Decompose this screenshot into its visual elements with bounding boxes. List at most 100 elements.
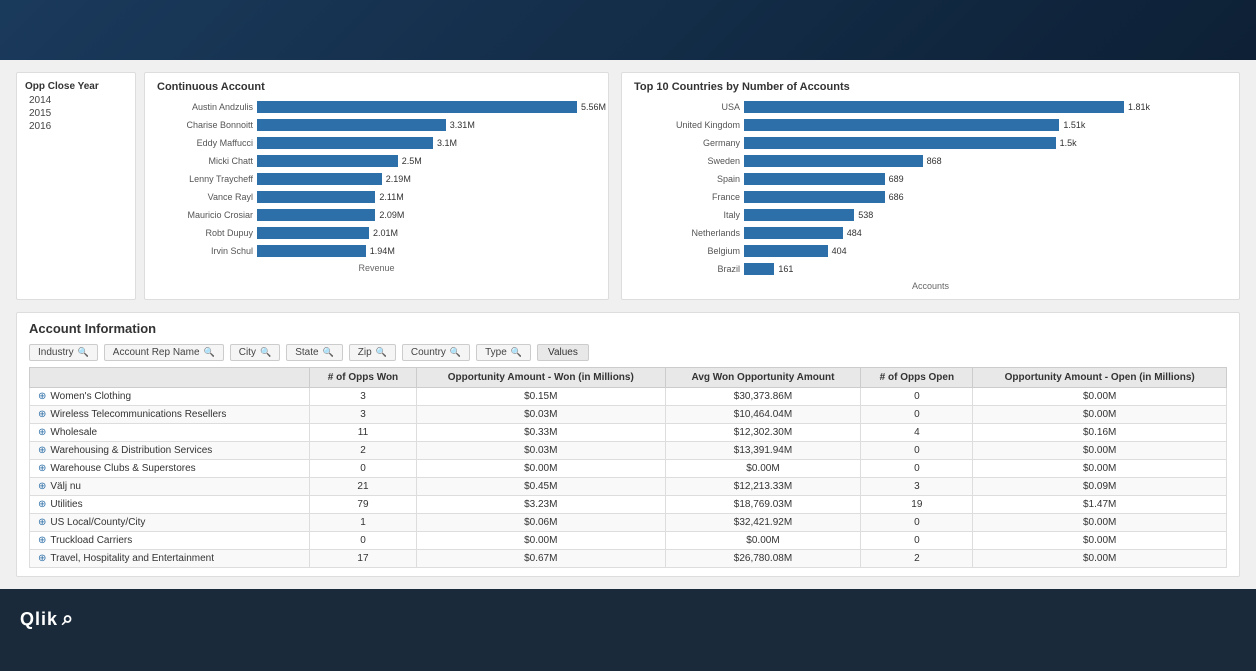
year-item[interactable]: 2016 [25, 120, 127, 133]
table-cell-oppsOpen: 0 [861, 442, 973, 460]
table-cell-avgWon: $10,464.04M [665, 406, 861, 424]
table-cell-amountOpen: $0.00M [973, 532, 1227, 550]
row-icon: ⊕ [38, 427, 46, 438]
table-cell-amountOpen: $0.00M [973, 406, 1227, 424]
table-row: ⊕Warehouse Clubs & Superstores0$0.00M$0.… [30, 460, 1227, 478]
filter-chips: Industry 🔍 Account Rep Name 🔍 City 🔍 State … [29, 344, 531, 361]
table-cell-amountWon: $0.00M [416, 460, 665, 478]
filter-chip-type[interactable]: Type 🔍 [476, 344, 531, 361]
filter-chip-industry[interactable]: Industry 🔍 [29, 344, 98, 361]
table-cell-oppsWon: 79 [310, 496, 417, 514]
bar-container: 5.56M [257, 101, 596, 113]
country-bar-row: Germany1.5k [634, 135, 1227, 151]
filter-chip-city[interactable]: City 🔍 [230, 344, 280, 361]
table-row: ⊕Warehousing & Distribution Services2$0.… [30, 442, 1227, 460]
row-icon: ⊕ [38, 481, 46, 492]
country-bar-value: 404 [832, 246, 847, 256]
country-bar-container: 484 [744, 227, 1227, 239]
bar-fill [257, 173, 382, 185]
country-bar-value: 484 [847, 228, 862, 238]
table-cell-name[interactable]: ⊕Välj nu [30, 478, 310, 496]
filter-search-icon: 🔍 [450, 347, 461, 358]
filter-search-icon: 🔍 [260, 347, 271, 358]
table-cell-name[interactable]: ⊕Wholesale [30, 424, 310, 442]
bar-container: 2.11M [257, 191, 596, 203]
table-cell-name[interactable]: ⊕Truckload Carriers [30, 532, 310, 550]
country-bar-fill [744, 155, 923, 167]
bar-value: 1.94M [370, 246, 634, 256]
filter-search-icon: 🔍 [511, 347, 522, 358]
table-cell-amountOpen: $0.09M [973, 478, 1227, 496]
table-cell-oppsOpen: 19 [861, 496, 973, 514]
table-cell-name[interactable]: ⊕US Local/County/City [30, 514, 310, 532]
country-bar-fill [744, 245, 828, 257]
bar-fill [257, 137, 433, 149]
bar-value: 5.56M [581, 102, 634, 112]
table-row: ⊕Truckload Carriers0$0.00M$0.00M0$0.00M [30, 532, 1227, 550]
table-cell-avgWon: $32,421.92M [665, 514, 861, 532]
table-cell-name[interactable]: ⊕Utilities [30, 496, 310, 514]
table-cell-avgWon: $12,213.33M [665, 478, 861, 496]
row-icon: ⊕ [38, 409, 46, 420]
table-cell-oppsWon: 0 [310, 460, 417, 478]
table-cell-name[interactable]: ⊕Women's Clothing [30, 388, 310, 406]
table-cell-amountWon: $0.03M [416, 442, 665, 460]
row-icon: ⊕ [38, 463, 46, 474]
table-row: ⊕US Local/County/City1$0.06M$32,421.92M0… [30, 514, 1227, 532]
row-icon: ⊕ [38, 553, 46, 564]
year-item[interactable]: 2015 [25, 107, 127, 120]
country-bar-value: 1.51k [1063, 120, 1085, 130]
country-bar-fill [744, 227, 843, 239]
table-cell-name[interactable]: ⊕Travel, Hospitality and Entertainment [30, 550, 310, 568]
col-header-name [30, 368, 310, 388]
filter-chip-account-rep-name[interactable]: Account Rep Name 🔍 [104, 344, 224, 361]
country-bar-fill [744, 263, 774, 275]
filter-search-icon: 🔍 [376, 347, 387, 358]
filter-chip-country[interactable]: Country 🔍 [402, 344, 470, 361]
bar-row: Micki Chatt2.5M [157, 153, 596, 169]
year-item[interactable]: 2014 [25, 94, 127, 107]
bar-label: Eddy Maffucci [157, 138, 257, 148]
country-bar-label: Sweden [634, 156, 744, 166]
top-bar [0, 0, 1256, 60]
table-cell-amountOpen: $0.00M [973, 388, 1227, 406]
country-bar-row: United Kingdom1.51k [634, 117, 1227, 133]
table-cell-amountWon: $0.00M [416, 532, 665, 550]
table-row: ⊕Women's Clothing3$0.15M$30,373.86M0$0.0… [30, 388, 1227, 406]
bar-label: Mauricio Crosiar [157, 210, 257, 220]
table-cell-amountWon: $0.33M [416, 424, 665, 442]
table-cell-oppsWon: 17 [310, 550, 417, 568]
filter-chip-state[interactable]: State 🔍 [286, 344, 343, 361]
country-bar-container: 538 [744, 209, 1227, 221]
table-cell-name[interactable]: ⊕Warehousing & Distribution Services [30, 442, 310, 460]
col-header-avg-won: Avg Won Opportunity Amount [665, 368, 861, 388]
year-list: 201420152016 [25, 94, 127, 133]
row-icon: ⊕ [38, 391, 46, 402]
table-cell-avgWon: $0.00M [665, 532, 861, 550]
bar-row: Robt Dupuy2.01M [157, 225, 596, 241]
filter-chip-zip[interactable]: Zip 🔍 [349, 344, 396, 361]
table-cell-avgWon: $0.00M [665, 460, 861, 478]
table-cell-avgWon: $30,373.86M [665, 388, 861, 406]
bar-label: Irvin Schul [157, 246, 257, 256]
bar-container: 3.31M [257, 119, 596, 131]
countries-axis-label: Accounts [634, 281, 1227, 291]
table-cell-name[interactable]: ⊕Wireless Telecommunications Resellers [30, 406, 310, 424]
continuous-axis-label: Revenue [157, 263, 596, 273]
table-cell-oppsOpen: 0 [861, 406, 973, 424]
continuous-chart: Austin Andzulis5.56MCharise Bonnoitt3.31… [157, 99, 596, 259]
continuous-account-title: Continuous Account [157, 81, 596, 93]
countries-panel: Top 10 Countries by Number of Accounts U… [621, 72, 1240, 300]
country-bar-fill [744, 119, 1059, 131]
bar-row: Charise Bonnoitt3.31M [157, 117, 596, 133]
qlik-logo-text: Qlik [20, 609, 58, 630]
table-row: ⊕Wireless Telecommunications Resellers3$… [30, 406, 1227, 424]
table-cell-oppsOpen: 3 [861, 478, 973, 496]
country-bar-row: France686 [634, 189, 1227, 205]
bar-container: 2.19M [257, 173, 596, 185]
table-cell-name[interactable]: ⊕Warehouse Clubs & Superstores [30, 460, 310, 478]
table-cell-amountWon: $0.06M [416, 514, 665, 532]
bar-fill [257, 209, 375, 221]
values-button[interactable]: Values [537, 344, 589, 361]
table-cell-amountOpen: $0.00M [973, 550, 1227, 568]
